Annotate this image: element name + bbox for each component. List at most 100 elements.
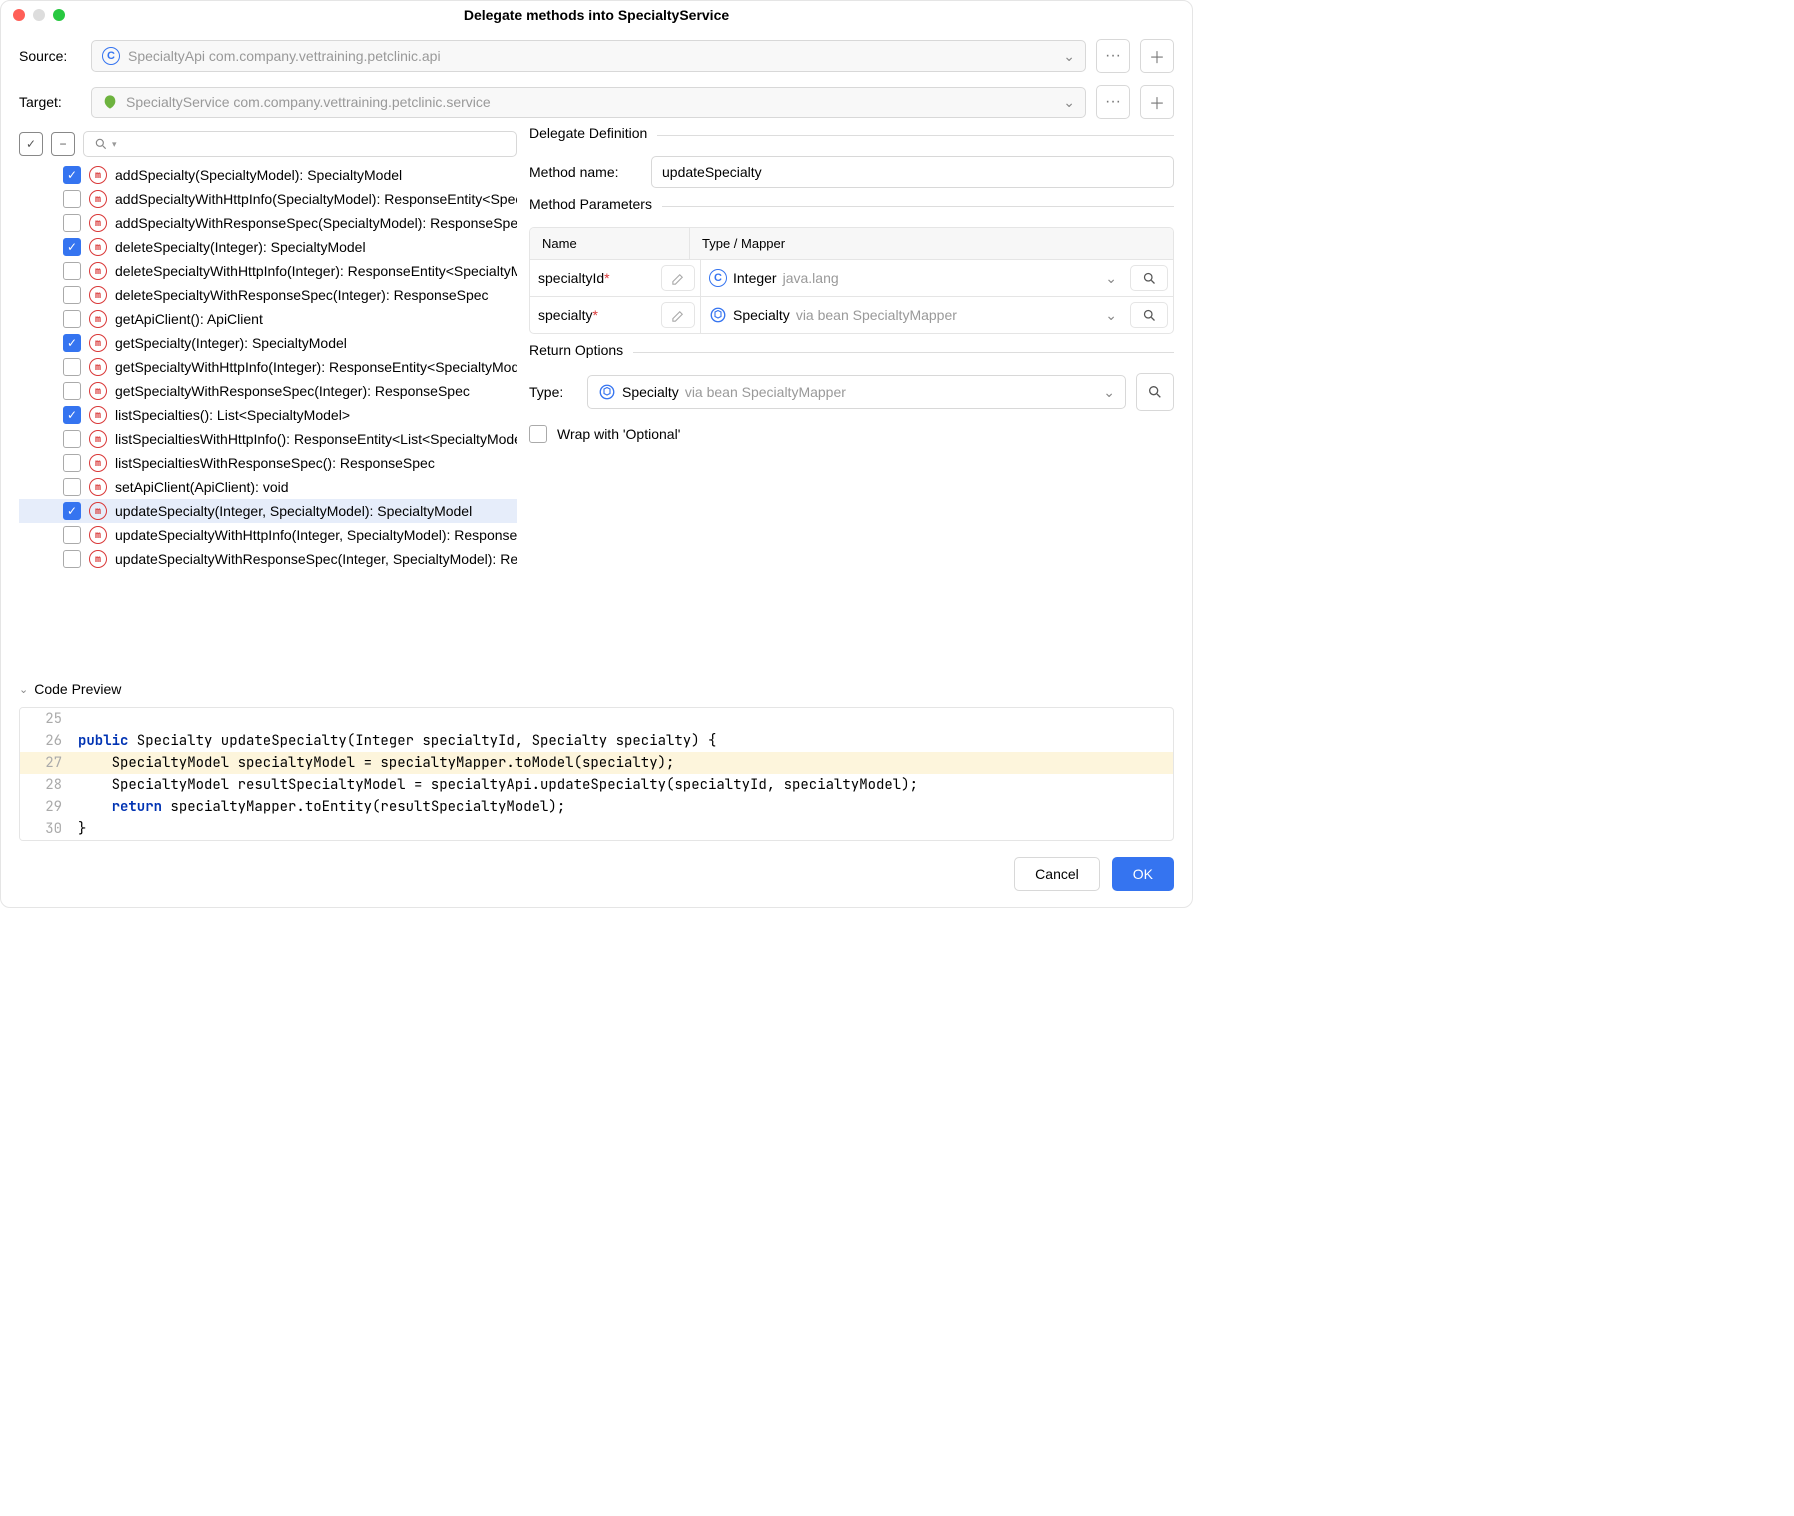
code-preview-toggle[interactable]: ⌄ Code Preview (1, 671, 1192, 707)
param-type-dropdown[interactable]: CInteger java.lang⌄ (700, 260, 1125, 296)
method-list[interactable]: ✓ m addSpecialty(SpecialtyModel): Specialt… (19, 163, 517, 671)
edit-param-button[interactable] (661, 265, 695, 291)
method-icon: m (89, 334, 107, 352)
method-label: deleteSpecialtyWithHttpInfo(Integer): Re… (115, 263, 517, 279)
method-label: addSpecialtyWithHttpInfo(SpecialtyModel)… (115, 191, 517, 207)
browse-param-type-button[interactable] (1130, 302, 1168, 328)
method-item[interactable]: m listSpecialtiesWithHttpInfo(): Response… (19, 427, 517, 451)
method-icon: m (89, 238, 107, 256)
method-icon: m (89, 286, 107, 304)
titlebar: Delegate methods into SpecialtyService (1, 1, 1192, 29)
checkbox-icon[interactable] (63, 310, 81, 328)
class-icon: C (102, 47, 120, 65)
checkbox-icon[interactable] (63, 214, 81, 232)
checkbox-icon[interactable] (63, 526, 81, 544)
checkbox-icon[interactable]: ✓ (63, 502, 81, 520)
checkbox-icon[interactable] (63, 286, 81, 304)
return-type-dropdown[interactable]: Specialty via bean SpecialtyMapper ⌄ (587, 375, 1126, 409)
method-item[interactable]: msetApiClient(ApiClient): void (19, 475, 517, 499)
method-label: getSpecialtyWithHttpInfo(Integer): Respo… (115, 359, 517, 375)
method-item[interactable]: mdeleteSpecialtyWithHttpInfo(Integer): R… (19, 259, 517, 283)
method-item[interactable]: mgetSpecialtyWithHttpInfo(Integer): Resp… (19, 355, 517, 379)
method-search-input[interactable]: ▾ (83, 131, 517, 157)
checkbox-icon[interactable] (63, 550, 81, 568)
method-item[interactable]: mgetSpecialtyWithResponseSpec(Integer): … (19, 379, 517, 403)
method-item[interactable]: ✓maddSpecialty(SpecialtyModel): Specialt… (19, 163, 517, 187)
checkbox-icon[interactable] (63, 358, 81, 376)
search-icon (1142, 271, 1157, 286)
target-label: Target: (19, 94, 81, 110)
code-line: 28 SpecialtyModel resultSpecialtyModel =… (20, 774, 1173, 796)
method-label: setApiClient(ApiClient): void (115, 479, 289, 495)
checkbox-icon (529, 425, 547, 443)
browse-source-button[interactable]: ··· (1096, 39, 1130, 73)
chevron-down-icon: ⌄ (1063, 94, 1075, 111)
method-parameters-group: Method Parameters Name Type / Mapper spe… (529, 206, 1174, 334)
checkbox-icon[interactable] (63, 262, 81, 280)
cancel-button[interactable]: Cancel (1014, 857, 1100, 891)
method-label: addSpecialtyWithResponseSpec(SpecialtyMo… (115, 215, 517, 231)
checkbox-icon[interactable] (63, 454, 81, 472)
chevron-down-icon: ⌄ (1063, 48, 1075, 65)
method-item[interactable]: ✓ m getSpecialty(Integer): SpecialtyModel (19, 331, 517, 355)
method-item[interactable]: mupdateSpecialtyWithHttpInfo(Integer, Sp… (19, 523, 517, 547)
method-icon: m (89, 502, 107, 520)
method-label: updateSpecialtyWithResponseSpec(Integer,… (115, 551, 517, 567)
parameters-table: Name Type / Mapper specialtyId*CInteger … (529, 227, 1174, 334)
method-item[interactable]: ✓mdeleteSpecialty(Integer): SpecialtyMod… (19, 235, 517, 259)
method-item[interactable]: m updateSpecialtyWithResponseSpec(Integer… (19, 547, 517, 571)
method-icon: m (89, 550, 107, 568)
method-item[interactable]: ✓ m updateSpecialty(Integer, SpecialtyMode… (19, 499, 517, 523)
source-combo[interactable]: C SpecialtyApi com.company.vettraining.p… (91, 40, 1086, 72)
checkbox-icon[interactable]: ✓ (63, 406, 81, 424)
chevron-down-icon: ⌄ (19, 683, 28, 696)
param-name: specialtyId* (530, 260, 656, 296)
method-label: addSpecialty(SpecialtyModel): SpecialtyM… (115, 167, 402, 183)
code-line: 25 (20, 708, 1173, 730)
wrap-optional-checkbox[interactable]: Wrap with 'Optional' (529, 425, 1174, 443)
pencil-icon (671, 271, 686, 286)
chevron-down-icon: ⌄ (1103, 384, 1115, 401)
checkbox-icon[interactable] (63, 190, 81, 208)
checkbox-icon[interactable]: ✓ (63, 238, 81, 256)
checkbox-icon[interactable]: ✓ (63, 334, 81, 352)
method-icon: m (89, 190, 107, 208)
method-item[interactable]: m deleteSpecialtyWithResponseSpec(Integer… (19, 283, 517, 307)
deselect-all-button[interactable]: − (51, 132, 75, 156)
method-icon: m (89, 430, 107, 448)
source-label: Source: (19, 48, 81, 64)
method-item[interactable]: mlistSpecialtiesWithResponseSpec(): Resp… (19, 451, 517, 475)
method-icon: m (89, 454, 107, 472)
chevron-down-icon: ⌄ (1105, 307, 1117, 324)
method-item[interactable]: maddSpecialtyWithResponseSpec(SpecialtyM… (19, 211, 517, 235)
add-source-button[interactable]: ＋ (1140, 39, 1174, 73)
search-icon (94, 137, 108, 151)
method-item[interactable]: ✓mlistSpecialties(): List<SpecialtyModel… (19, 403, 517, 427)
method-item[interactable]: mgetApiClient(): ApiClient (19, 307, 517, 331)
delegate-definition-group: Delegate Definition Method name: (529, 135, 1174, 188)
ok-button[interactable]: OK (1112, 857, 1174, 891)
method-label: getSpecialtyWithResponseSpec(Integer): R… (115, 383, 470, 399)
add-target-button[interactable]: ＋ (1140, 85, 1174, 119)
browse-param-type-button[interactable] (1130, 265, 1168, 291)
method-label: listSpecialties(): List<SpecialtyModel> (115, 407, 350, 423)
method-label: getSpecialty(Integer): SpecialtyModel (115, 335, 347, 351)
method-label: listSpecialtiesWithHttpInfo(): ResponseE… (115, 431, 517, 447)
return-type-label: Type: (529, 384, 577, 400)
browse-target-button[interactable]: ··· (1096, 85, 1130, 119)
checkbox-icon[interactable] (63, 382, 81, 400)
parameter-row: specialty*Specialty via bean SpecialtyMa… (530, 297, 1173, 333)
checkbox-icon[interactable] (63, 478, 81, 496)
browse-return-type-button[interactable] (1136, 373, 1174, 411)
method-label: updateSpecialty(Integer, SpecialtyModel)… (115, 503, 472, 519)
param-type-dropdown[interactable]: Specialty via bean SpecialtyMapper⌄ (700, 297, 1125, 333)
method-name-input[interactable] (651, 156, 1174, 188)
chevron-down-icon: ⌄ (1105, 270, 1117, 287)
select-all-button[interactable]: ✓ (19, 132, 43, 156)
method-label: deleteSpecialtyWithResponseSpec(Integer)… (115, 287, 489, 303)
edit-param-button[interactable] (661, 302, 695, 328)
target-combo[interactable]: SpecialtyService com.company.vettraining… (91, 87, 1086, 118)
method-item[interactable]: m addSpecialtyWithHttpInfo(SpecialtyModel… (19, 187, 517, 211)
checkbox-icon[interactable]: ✓ (63, 166, 81, 184)
checkbox-icon[interactable] (63, 430, 81, 448)
